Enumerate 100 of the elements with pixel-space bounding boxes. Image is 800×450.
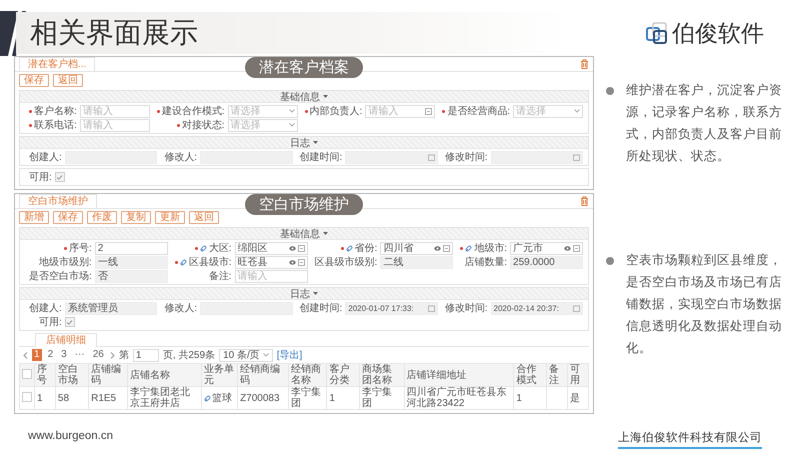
field-label: 客户名称: (34, 104, 77, 118)
action-button[interactable]: 作废 (87, 211, 117, 224)
table-cell: 1 (514, 386, 547, 410)
caret-icon (288, 123, 294, 127)
page-tab[interactable]: 潜在客户档... (19, 57, 96, 71)
column-header: 合作模式 (514, 364, 547, 386)
column-header: 店铺编码 (88, 364, 128, 386)
caret-icon (323, 232, 328, 235)
table-cell: 四川省广元市旺苍县东河北路23422 (404, 386, 514, 410)
field-label: 联系电话: (34, 118, 77, 132)
table-cell: 李宁集团 (288, 386, 327, 410)
table-cell: Z700083 (238, 386, 288, 410)
caret-icon (313, 292, 318, 295)
logo-icon (646, 22, 668, 44)
check-icon (66, 318, 74, 326)
page-link[interactable]: 26 (90, 349, 106, 361)
select-field[interactable]: 请选择 (228, 104, 298, 118)
export-link[interactable]: [导出] (276, 348, 302, 362)
column-header: 客户分类 (326, 364, 360, 386)
section-title: 基础信息 (280, 90, 320, 104)
page-size-select[interactable]: 10 条/页 (219, 348, 273, 362)
page-label: 第 (118, 349, 129, 362)
caret-icon (262, 353, 269, 357)
table-cell: 是 (567, 386, 588, 410)
lookup-icon (298, 244, 304, 252)
column-header: 可用 (567, 364, 588, 386)
checkbox[interactable] (64, 317, 75, 327)
lookup-field[interactable]: 四川省 (380, 242, 454, 254)
field-label: 区县级市: (188, 256, 232, 269)
page-input[interactable]: 1 (132, 348, 159, 362)
select-field[interactable]: 请选择 (228, 118, 298, 132)
check-icon (56, 174, 64, 180)
caret-icon (323, 95, 328, 98)
lookup-field[interactable]: 绵阳区 (234, 242, 308, 254)
table-cell: 李宁集团 (360, 386, 404, 410)
column-header: 序号 (34, 364, 56, 386)
page-link[interactable]: 3 (59, 349, 69, 361)
field-label: 可用: (29, 171, 52, 184)
field-label: 备注: (208, 270, 232, 283)
page-tab[interactable]: 空白市场维护 (19, 194, 97, 208)
field-label: 可用: (39, 316, 62, 329)
field-label: 地级市: (474, 242, 508, 255)
field-label: 序号: (69, 242, 92, 255)
table-cell: 1 (34, 386, 56, 410)
action-button[interactable]: 返回 (189, 211, 219, 224)
page-link[interactable]: 2 (46, 349, 56, 361)
checkbox[interactable] (22, 368, 32, 378)
input-field[interactable]: 2 (94, 242, 168, 254)
page-total: 页, 共259条 (162, 348, 216, 362)
lookup-field[interactable]: 旺苍县 (234, 256, 308, 268)
column-header: 商场集团名称 (360, 364, 404, 386)
lookup-field[interactable]: 广元市 (510, 242, 583, 254)
column-header: 经销商名称 (288, 364, 327, 386)
lookup-icon (298, 258, 304, 266)
section-title: 基础信息 (280, 228, 320, 240)
detail-tab[interactable]: 店铺明细 (35, 333, 97, 347)
field-label: 修改时间: (444, 150, 488, 164)
action-button[interactable]: 保存 (19, 74, 49, 87)
field-label: 建设合作模式: (162, 104, 225, 118)
field-label: 创建人: (29, 302, 62, 315)
input-field[interactable]: 请输入 (234, 270, 308, 282)
trash-icon[interactable] (580, 59, 589, 69)
next-icon[interactable] (110, 352, 115, 358)
description-text: 维护潜在客户，沉淀客户资源，记录客户名称，联系方式，内部负责人及客户目前所处现状、状态。 (626, 82, 783, 165)
caret-icon (574, 109, 580, 113)
checkbox[interactable] (54, 172, 65, 182)
company-name: 上海伯俊软件科技有限公司 (618, 430, 762, 449)
action-button[interactable]: 复制 (121, 211, 151, 224)
field-label: 修改时间: (444, 302, 488, 315)
select-field[interactable]: 请选择 (513, 104, 583, 118)
website-text: www.burgeon.cn (28, 430, 114, 442)
column-header: 备注 (546, 364, 568, 386)
lookup-field[interactable]: 请输入 (365, 104, 436, 118)
checkbox[interactable] (22, 392, 32, 402)
slide-title: 相关界面展示 (30, 16, 198, 50)
previous-icon[interactable] (23, 352, 28, 358)
lookup-icon (573, 244, 580, 252)
bullet-dot (606, 256, 614, 264)
input-field[interactable]: 请输入 (80, 104, 150, 118)
field-label: 是否经营商品: (447, 104, 510, 118)
lookup-icon (443, 244, 450, 252)
action-button[interactable]: 更新 (155, 211, 185, 224)
action-button[interactable]: 保存 (53, 211, 83, 224)
action-button[interactable]: 新增 (19, 211, 49, 224)
field-label: 是否空白市场: (29, 270, 92, 283)
calendar-icon (573, 154, 580, 160)
page-link[interactable]: ··· (72, 349, 87, 361)
table-cell: 1 (326, 386, 360, 410)
input-field[interactable]: 请输入 (80, 118, 150, 132)
field-label: 创建时间: (300, 302, 342, 315)
table-cell: R1E5 (88, 386, 128, 410)
trash-icon[interactable] (580, 196, 589, 206)
table-cell: 58 (55, 386, 89, 410)
action-button[interactable]: 返回 (53, 74, 83, 87)
column-header: 空白市场 (55, 364, 89, 386)
page-link[interactable]: 1 (32, 349, 42, 361)
calendar-icon (573, 304, 580, 312)
field-label: 大区: (208, 242, 232, 255)
field-label: 内部负责人: (310, 104, 362, 118)
table-cell: 李宁集团老北京王府井店 (127, 386, 202, 410)
